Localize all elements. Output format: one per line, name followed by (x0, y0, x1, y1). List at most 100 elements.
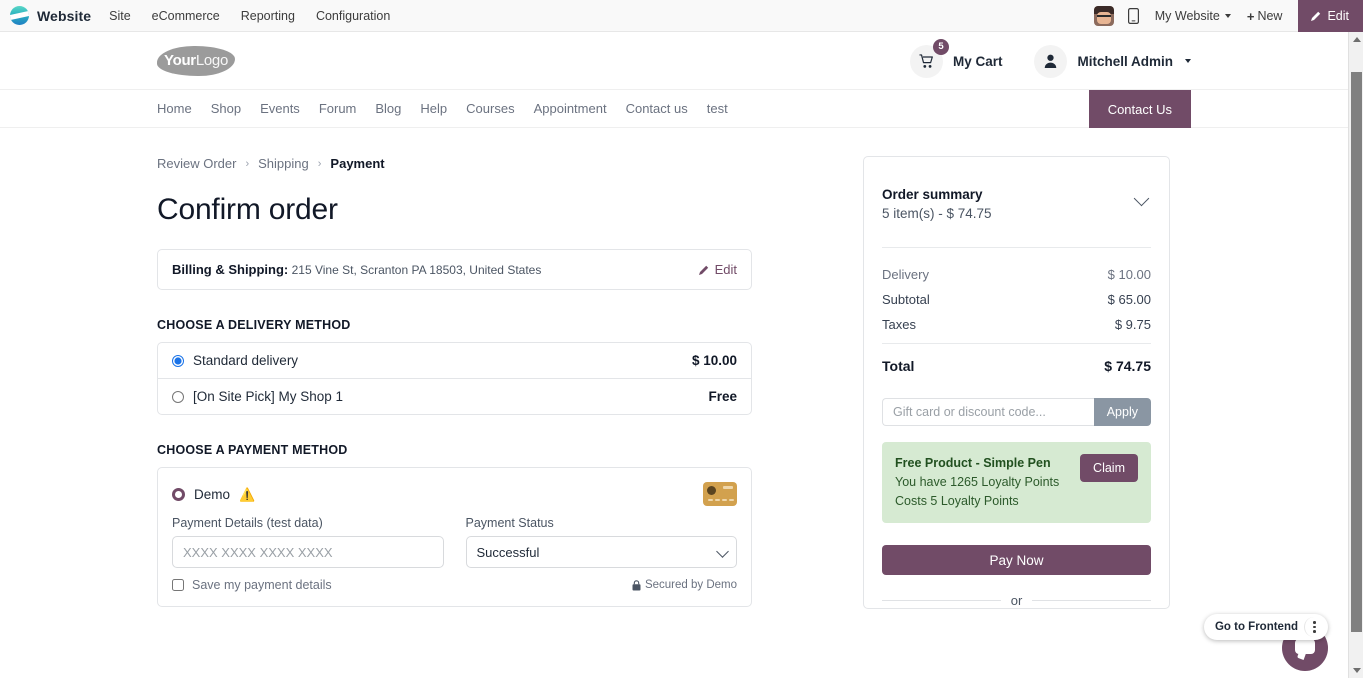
sysmenu-item-reporting[interactable]: Reporting (241, 9, 295, 23)
divider (882, 600, 1001, 601)
nav-item-test[interactable]: test (707, 101, 728, 116)
user-menu-button[interactable]: Mitchell Admin (1034, 44, 1191, 78)
payment-details-field: Payment Details (test data) (172, 516, 444, 568)
livechat-pill: Go to Frontend (1203, 614, 1328, 640)
breadcrumb-shipping[interactable]: Shipping (258, 156, 309, 171)
delivery-price-onsite-pick: Free (708, 389, 737, 404)
chevron-down-icon (1185, 59, 1191, 63)
nav-item-help[interactable]: Help (420, 101, 447, 116)
website-frame: YourLogo 5 My Cart Mitchell Admin Home S… (0, 32, 1348, 678)
payment-methods-card: Demo ⚠️ Payment Details (test data) Paym (157, 467, 752, 607)
nav-item-blog[interactable]: Blog (375, 101, 401, 116)
total-row-taxes: Taxes $ 9.75 (882, 312, 1151, 337)
scroll-down-arrow-icon[interactable] (1349, 663, 1363, 678)
current-app-name[interactable]: Website (37, 8, 91, 24)
apply-promo-button[interactable]: Apply (1093, 398, 1151, 426)
system-bar-right: My Website + New Edit (1093, 0, 1363, 32)
logo-text-bold: Your (163, 52, 196, 69)
secured-by-note: Secured by Demo (632, 579, 737, 591)
site-navigation: Home Shop Events Forum Blog Help Courses… (0, 90, 1348, 128)
livechat-options-icon[interactable] (1304, 617, 1324, 637)
site-logo[interactable]: YourLogo (157, 45, 235, 76)
sysmenu-item-configuration[interactable]: Configuration (316, 9, 390, 23)
pencil-icon (698, 265, 708, 275)
mobile-preview-icon[interactable] (1127, 8, 1139, 24)
nav-item-appointment[interactable]: Appointment (534, 101, 607, 116)
checkout-page: Review Order › Shipping › Payment Confir… (0, 128, 1348, 609)
site-header-right: 5 My Cart Mitchell Admin (909, 32, 1191, 90)
payment-provider-name: Demo (194, 486, 231, 502)
new-button[interactable]: + New (1247, 9, 1283, 24)
promo-code-input[interactable] (882, 398, 1094, 426)
payment-footer: Save my payment details Secured by Demo (158, 568, 751, 606)
delivery-radio-onsite-pick[interactable] (172, 390, 184, 403)
scroll-up-arrow-icon[interactable] (1349, 32, 1363, 47)
nav-item-shop[interactable]: Shop (211, 101, 241, 116)
cart-count-badge: 5 (932, 38, 949, 55)
payment-status-select[interactable]: Successful Pending Cancel Error (465, 536, 737, 568)
loyalty-points-cost: Costs 5 Loyalty Points (895, 494, 1019, 508)
chevron-down-icon (1224, 14, 1231, 18)
divider (1032, 600, 1151, 601)
user-avatar[interactable] (1093, 6, 1114, 26)
order-summary-card: Order summary 5 item(s) - $ 74.75 Delive… (863, 156, 1170, 609)
loyalty-reward-text: Free Product - Simple Pen You have 1265 … (895, 454, 1059, 511)
total-value-subtotal: $ 65.00 (1107, 292, 1151, 307)
edit-address-label: Edit (714, 262, 737, 277)
odoo-logo-icon[interactable] (10, 6, 29, 25)
delivery-price-standard: $ 10.00 (691, 353, 737, 368)
billing-shipping-address: 215 Vine St, Scranton PA 18503, United S… (291, 263, 542, 277)
scrollbar-thumb[interactable] (1351, 72, 1362, 632)
nav-item-forum[interactable]: Forum (319, 101, 357, 116)
payment-details-label: Payment Details (test data) (172, 516, 323, 530)
pencil-icon (1311, 11, 1321, 21)
nav-item-events[interactable]: Events (260, 101, 300, 116)
nav-item-home[interactable]: Home (157, 101, 192, 116)
breadcrumb-review-order[interactable]: Review Order (157, 156, 236, 171)
system-bar-left: Website Site eCommerce Reporting Configu… (0, 6, 390, 25)
my-cart-button[interactable]: 5 My Cart (909, 38, 1002, 78)
total-key-grand: Total (882, 358, 915, 374)
edit-button[interactable]: Edit (1298, 0, 1363, 32)
delivery-section-title: CHOOSE A DELIVERY METHOD (157, 318, 351, 332)
total-row-grand: Total $ 74.75 (882, 344, 1151, 386)
payment-section-title: CHOOSE A PAYMENT METHOD (157, 443, 348, 457)
nav-links: Home Shop Events Forum Blog Help Courses… (157, 101, 728, 116)
delivery-option-onsite-pick[interactable]: [On Site Pick] My Shop 1 Free (158, 378, 751, 414)
card-number-input[interactable] (172, 536, 444, 568)
sysmenu-item-site[interactable]: Site (109, 9, 131, 23)
breadcrumb: Review Order › Shipping › Payment (157, 156, 752, 171)
logo-text-light: Logo (195, 52, 229, 69)
payment-radio-demo[interactable] (172, 487, 185, 501)
total-value-taxes: $ 9.75 (1114, 317, 1151, 332)
chevron-down-icon[interactable] (1133, 190, 1150, 207)
pay-now-button[interactable]: Pay Now (882, 545, 1151, 575)
nav-item-courses[interactable]: Courses (466, 101, 514, 116)
contact-us-cta[interactable]: Contact Us (1088, 90, 1191, 128)
or-separator: or (882, 593, 1151, 608)
delivery-radio-standard[interactable] (172, 354, 184, 367)
save-payment-details-checkbox[interactable] (172, 579, 184, 591)
sysmenu-item-ecommerce[interactable]: eCommerce (152, 9, 220, 23)
delivery-option-standard[interactable]: Standard delivery $ 10.00 (158, 343, 751, 378)
or-label: or (1010, 593, 1023, 608)
order-summary-title: Order summary (882, 187, 983, 202)
billing-shipping-text: Billing & Shipping: 215 Vine St, Scranto… (172, 262, 541, 277)
plus-icon: + (1246, 8, 1255, 24)
edit-address-link[interactable]: Edit (698, 262, 737, 277)
secured-by-label: Secured by Demo (644, 579, 737, 591)
website-selector[interactable]: My Website (1155, 9, 1231, 23)
total-key-delivery: Delivery (882, 267, 929, 282)
claim-reward-button[interactable]: Claim (1080, 454, 1138, 482)
billing-shipping-label: Billing & Shipping: (172, 262, 289, 277)
go-to-frontend-label[interactable]: Go to Frontend (1215, 621, 1298, 633)
loyalty-points-balance: You have 1265 Loyalty Points (895, 475, 1060, 489)
page-scrollbar[interactable] (1348, 32, 1363, 678)
new-button-label: New (1257, 9, 1283, 23)
total-row-delivery: Delivery $ 10.00 (882, 262, 1151, 287)
save-payment-details-row[interactable]: Save my payment details (172, 578, 332, 592)
odoo-system-bar: Website Site eCommerce Reporting Configu… (0, 0, 1363, 32)
user-name-label: Mitchell Admin (1077, 53, 1173, 69)
nav-item-contact-us[interactable]: Contact us (626, 101, 688, 116)
order-summary-toggle[interactable]: Order summary 5 item(s) - $ 74.75 (882, 157, 1151, 247)
